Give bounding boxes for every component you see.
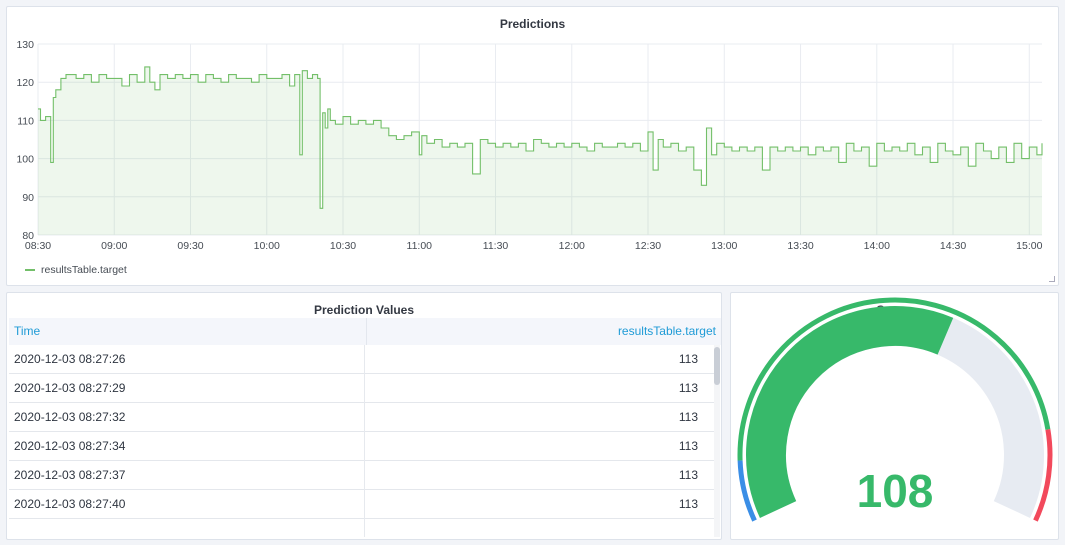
table-header: Time resultsTable.target	[9, 318, 721, 345]
chart-legend[interactable]: resultsTable.target	[25, 264, 127, 276]
gauge-value: 108	[857, 465, 934, 517]
cell-time: 2020-12-03 08:27:37	[14, 468, 126, 482]
cell-value: 113	[678, 352, 698, 366]
table-row: 2020-12-03 08:27:40 113	[9, 490, 714, 519]
x-tick-label: 09:00	[101, 240, 127, 252]
table-row: 2020-12-03 08:27:29 113	[9, 374, 714, 403]
column-header-time[interactable]: Time	[14, 324, 40, 338]
legend-swatch	[25, 269, 35, 271]
x-tick-label: 11:00	[407, 240, 433, 252]
column-divider	[364, 345, 365, 537]
table-panel-title[interactable]: Prediction Values	[7, 303, 721, 317]
y-tick-label: 120	[16, 77, 34, 89]
y-tick-label: 100	[16, 154, 34, 166]
y-tick-label: 90	[22, 192, 34, 204]
cell-time: 2020-12-03 08:27:29	[14, 381, 126, 395]
x-tick-label: 13:00	[711, 240, 737, 252]
cell-time: 2020-12-03 08:27:32	[14, 410, 126, 424]
legend-label[interactable]: resultsTable.target	[41, 264, 127, 276]
resize-handle[interactable]	[1049, 276, 1055, 282]
x-tick-label: 10:30	[330, 240, 356, 252]
column-divider	[366, 318, 367, 345]
x-tick-label: 12:00	[559, 240, 585, 252]
table-scrollbar[interactable]	[714, 345, 720, 537]
cell-value: 113	[678, 381, 698, 395]
scrollbar-thumb[interactable]	[714, 347, 720, 385]
x-tick-label: 14:30	[940, 240, 966, 252]
gauge-panel: Gauge 108	[730, 292, 1059, 540]
y-tick-label: 130	[16, 39, 34, 51]
x-tick-label: 14:00	[864, 240, 890, 252]
predictions-chart: 809010011012013008:30 09:00 09:30 10:00 10:3…	[16, 39, 1042, 252]
x-tick-label: 09:30	[177, 240, 203, 252]
x-tick-label: 08:30	[25, 240, 51, 252]
y-tick-label: 110	[17, 115, 34, 127]
cell-time: 2020-12-03 08:27:34	[14, 439, 126, 453]
predictions-panel: Predictions 80 90 100 110 120 130 08:30 09:00 09…	[6, 6, 1059, 286]
table-row: 2020-12-03 08:27:32 113	[9, 403, 714, 432]
table-row: 2020-12-03 08:27:34 113	[9, 432, 714, 461]
table-body: 2020-12-03 08:27:26 113 2020-12-03 08:27…	[9, 345, 714, 537]
x-tick-label: 11:30	[483, 240, 509, 252]
cell-value: 113	[678, 497, 698, 511]
cell-time: 2020-12-03 08:27:40	[14, 497, 126, 511]
x-tick-label: 13:30	[787, 240, 813, 252]
x-tick-label: 12:30	[635, 240, 661, 252]
x-tick-label: 10:00	[254, 240, 280, 252]
cell-value: 113	[678, 468, 698, 482]
table-row: 2020-12-03 08:27:26 113	[9, 345, 714, 374]
table-row: 2020-12-03 08:27:37 113	[9, 461, 714, 490]
column-header-target[interactable]: resultsTable.target	[618, 324, 716, 338]
x-tick-label: 15:00	[1016, 240, 1042, 252]
cell-value: 113	[678, 439, 698, 453]
cell-time: 2020-12-03 08:27:26	[14, 352, 126, 366]
prediction-values-panel: Prediction Values Time resultsTable.targ…	[6, 292, 722, 540]
gauge-chart: 108	[737, 297, 1053, 522]
cell-value: 113	[678, 410, 698, 424]
